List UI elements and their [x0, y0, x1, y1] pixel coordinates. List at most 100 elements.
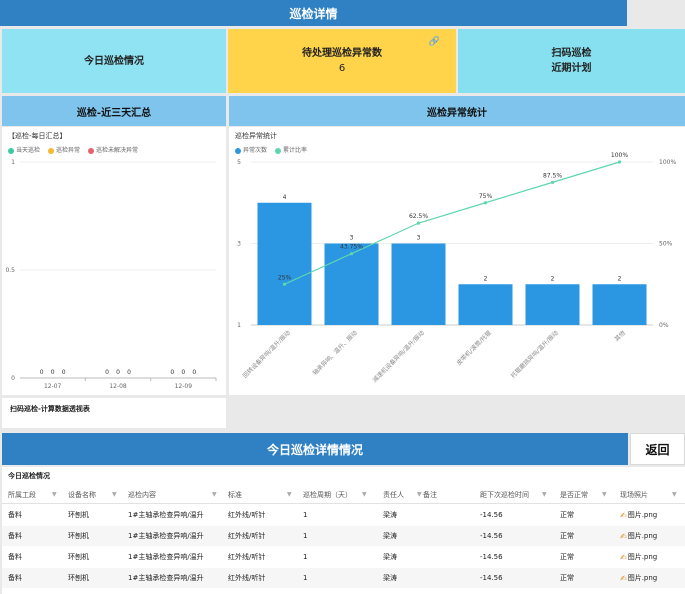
photo-link[interactable]: 图片.png — [628, 510, 658, 520]
ratio-label: 62.5% — [409, 213, 428, 220]
bar — [257, 202, 312, 325]
ratio-label: 100% — [611, 152, 628, 159]
table-cell: 环刨机 — [68, 574, 89, 582]
table-cell: 备料 — [8, 553, 22, 561]
column-header[interactable]: 是否正常 — [560, 486, 588, 503]
filter-icon[interactable]: ▼ — [542, 491, 547, 498]
legend-item[interactable]: 异常次数 — [235, 145, 267, 154]
data-label: 2 — [551, 275, 555, 282]
y2-tick-label: 50% — [659, 241, 673, 248]
inspection-table: 今日巡检情况 所属工段 ▼ 设备名称 ▼ 巡检内容 ▼ 标准 ▼ 巡检周期（天） ▼ 责任人 ▼ 备注距… — [2, 467, 685, 594]
image-icon: ✍ — [620, 510, 627, 520]
y-tick-label: 1 — [11, 159, 15, 166]
x-tick-label: 皮带机/滚筒/托辊 — [455, 329, 493, 367]
scan-report-bar[interactable]: 扫码巡检-计算数据透视表 — [2, 398, 226, 428]
back-button[interactable]: 返回 — [630, 433, 685, 465]
daily-summary-chart: 00.5112-070 0 012-080 0 012-090 0 0 — [5, 159, 217, 390]
table-cell: 1#主轴承检查异响/温升 — [128, 574, 204, 582]
legend-item[interactable]: 累计比率 — [275, 145, 307, 154]
data-label: 3 — [417, 235, 421, 242]
legend-item[interactable]: 巡检未解决异常 — [88, 145, 138, 154]
column-header[interactable]: 现场照片 — [620, 486, 648, 503]
data-label: 0 — [116, 369, 120, 376]
data-label: 0 — [170, 369, 174, 376]
filter-icon[interactable]: ▼ — [362, 491, 367, 498]
filter-icon[interactable]: ▼ — [602, 491, 607, 498]
table-row[interactable]: 备料 环刨机 1#主轴承检查异响/温升 红外线/听针 1 梁涛 -14.56 正常 ✍ 图片.pn… — [2, 526, 685, 546]
column-header[interactable]: 巡检周期（天） — [303, 486, 352, 503]
y-tick-label: 1 — [237, 322, 241, 329]
column-header[interactable]: 责任人 — [383, 486, 404, 503]
data-label: 3 — [350, 235, 354, 242]
table-cell: 正常 — [560, 511, 574, 519]
filter-icon[interactable]: ▼ — [212, 491, 217, 498]
photo-link[interactable]: 图片.png — [628, 552, 658, 562]
column-header[interactable]: 备注 — [423, 486, 437, 503]
image-icon: ✍ — [620, 552, 627, 562]
legend-dot — [275, 147, 282, 154]
x-tick-label: 其他 — [613, 329, 627, 343]
table-cell: 备料 — [8, 511, 22, 519]
filter-icon[interactable]: ▼ — [112, 491, 117, 498]
table-row[interactable]: 备料 环刨机 1#主轴承检查异响/温升 红外线/听针 1 梁涛 -14.56 正常 ✍ 图片.pn… — [2, 505, 685, 525]
table-cell: 备料 — [8, 574, 22, 582]
column-header[interactable]: 标准 — [228, 486, 242, 503]
today-inspection-label: 今日巡检情况 — [84, 55, 144, 67]
image-icon: ✍ — [620, 573, 627, 583]
line-point — [349, 252, 354, 256]
table-cell: 1 — [303, 553, 308, 561]
detail-title: 今日巡检详情情况 — [2, 433, 628, 465]
table-cell: 正常 — [560, 532, 574, 540]
photo-link[interactable]: 图片.png — [628, 531, 658, 541]
scan-inspection-label: 扫码巡检 — [551, 48, 592, 59]
photo-link[interactable]: 图片.png — [628, 573, 658, 583]
abnormal-stats-header: 巡检异常统计 — [229, 96, 685, 126]
filter-icon[interactable]: ▼ — [52, 491, 57, 498]
daily-summary-panel: 【巡检-每日汇总】 当天巡检 巡检异常 巡检未解决异常 0 0.5 1 12-07 0 0… — [2, 127, 226, 395]
line-point — [550, 180, 555, 184]
table-cell: 梁涛 — [383, 553, 397, 561]
today-inspection-card[interactable]: 今日巡检情况 — [2, 29, 226, 93]
table-cell: 1#主轴承检查异响/温升 — [128, 553, 204, 561]
bar — [458, 284, 513, 325]
filter-icon[interactable]: ▼ — [417, 491, 422, 498]
data-label: 2 — [618, 275, 622, 282]
pending-abnormal-card[interactable]: 🔗 待处理巡检异常数 6 — [228, 29, 456, 93]
scan-inspection-card[interactable]: 扫码巡检 近期计划 — [458, 29, 685, 93]
legend-dot — [88, 147, 95, 154]
table-cell[interactable]: ✍ 图片.png — [620, 568, 657, 588]
filter-icon[interactable]: ▼ — [672, 491, 677, 498]
x-tick-label: 回转设备异响/温升/振动 — [241, 329, 292, 380]
line-point — [483, 201, 488, 205]
abnormal-stats-legend: 异常次数 累计比率 — [235, 145, 307, 154]
data-label: 0 — [40, 369, 44, 376]
daily-summary-legend: 当天巡检 巡检异常 巡检未解决异常 — [8, 145, 138, 154]
table-row[interactable]: 备料 环刨机 1#主轴承检查异响/温升 红外线/听针 1 梁涛 -14.56 正常 ✍ 图片.pn… — [2, 547, 685, 567]
table-cell: 梁涛 — [383, 574, 397, 582]
table-cell[interactable]: ✍ 图片.png — [620, 526, 657, 546]
table-cell[interactable]: ✍ 图片.png — [620, 505, 657, 525]
data-label: 0 — [181, 369, 185, 376]
table-cell: 正常 — [560, 574, 574, 582]
column-header[interactable]: 巡检内容 — [128, 486, 156, 503]
table-cell: 正常 — [560, 553, 574, 561]
table-cell: 1 — [303, 532, 308, 540]
bar — [592, 284, 647, 325]
link-icon[interactable]: 🔗 — [429, 35, 440, 50]
column-header[interactable]: 距下次巡检时间 — [480, 486, 529, 503]
table-row[interactable]: 备料 环刨机 1#主轴承检查异响/温升 红外线/听针 1 梁涛 -14.56 正常 ✍ 图片.pn… — [2, 568, 685, 588]
y2-tick-label: 100% — [659, 159, 676, 166]
ratio-label: 25% — [278, 274, 292, 281]
legend-item[interactable]: 巡检异常 — [48, 145, 80, 154]
column-header[interactable]: 所属工段 — [8, 486, 36, 503]
line-point — [282, 282, 287, 286]
filter-icon[interactable]: ▼ — [287, 491, 292, 498]
table-cell: 梁涛 — [383, 532, 397, 540]
data-label: 0 — [192, 369, 196, 376]
legend-item[interactable]: 当天巡检 — [8, 145, 40, 154]
column-header[interactable]: 设备名称 — [68, 486, 96, 503]
y-tick-label: 0.5 — [5, 267, 15, 274]
table-cell[interactable]: ✍ 图片.png — [620, 547, 657, 567]
x-tick-label: 托辊磨损异响/温升/振动 — [509, 329, 560, 380]
table-cell: 备料 — [8, 532, 22, 540]
